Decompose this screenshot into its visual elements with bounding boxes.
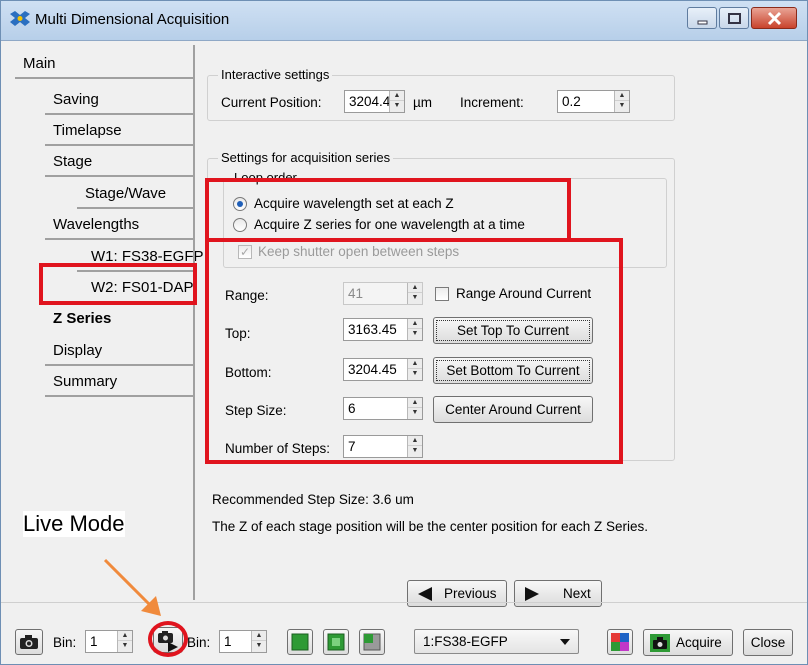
bin2-input[interactable]: 1 ▲ ▼ bbox=[219, 630, 267, 653]
green-corner-icon bbox=[363, 633, 381, 651]
settings-nav-tree: Main Saving Timelapse Stage Stage/Wave W… bbox=[15, 49, 204, 629]
nav-item-label: Timelapse bbox=[53, 122, 122, 139]
interactive-settings-label: Interactive settings bbox=[218, 67, 333, 82]
acquire-button[interactable]: Acquire bbox=[643, 629, 733, 656]
acquire-label: Acquire bbox=[676, 635, 722, 650]
green-square-icon bbox=[291, 633, 309, 651]
chevron-down-icon bbox=[560, 639, 570, 645]
snap-camera-button[interactable] bbox=[15, 629, 43, 655]
acquire-camera-icon bbox=[650, 634, 670, 652]
green-frame-icon bbox=[327, 633, 345, 651]
window-title: Multi Dimensional Acquisition bbox=[35, 11, 230, 28]
app-window: Multi Dimensional Acquisition Main Savin… bbox=[0, 0, 808, 665]
bin2-value: 1 bbox=[224, 634, 232, 649]
green-outline-button[interactable] bbox=[323, 629, 349, 655]
nav-item-label: Summary bbox=[53, 373, 118, 390]
recommended-step-size: Recommended Step Size: 3.6 um bbox=[212, 492, 414, 507]
color-grid-icon bbox=[611, 633, 629, 651]
close-icon bbox=[767, 11, 782, 26]
nav-item-z-series[interactable]: Z Series bbox=[45, 304, 193, 334]
increment-spinner[interactable]: ▲ ▼ bbox=[614, 91, 629, 112]
previous-arrow-icon bbox=[418, 587, 432, 601]
bin1-input[interactable]: 1 ▲ ▼ bbox=[85, 630, 133, 653]
green-corner-button[interactable] bbox=[359, 629, 385, 655]
wavelength-selected-value: 1:FS38-EGFP bbox=[423, 634, 508, 649]
increment-input[interactable]: 0.2 ▲ ▼ bbox=[557, 90, 630, 113]
close-button[interactable] bbox=[751, 7, 797, 29]
current-position-spinner[interactable]: ▲ ▼ bbox=[389, 91, 404, 112]
nav-item-summary[interactable]: Summary bbox=[45, 367, 193, 397]
nav-item-label: Z Series bbox=[53, 310, 112, 327]
close-dialog-button[interactable]: Close bbox=[743, 629, 793, 656]
app-logo-icon bbox=[10, 11, 30, 26]
bin1-spinner[interactable]: ▲ ▼ bbox=[117, 631, 132, 652]
nav-item-label: Stage/Wave bbox=[85, 185, 167, 202]
minimize-button[interactable] bbox=[687, 7, 717, 29]
current-position-input[interactable]: 3204.45 ▲ ▼ bbox=[344, 90, 405, 113]
minimize-icon bbox=[697, 20, 708, 25]
maximize-button[interactable] bbox=[719, 7, 749, 29]
acquisition-series-label: Settings for acquisition series bbox=[218, 150, 394, 165]
bin1-value: 1 bbox=[90, 634, 98, 649]
nav-item-label: Display bbox=[53, 342, 103, 359]
bin2-label: Bin: bbox=[187, 635, 211, 650]
nav-item-display[interactable]: Display bbox=[45, 336, 193, 366]
bin1-label: Bin: bbox=[53, 635, 77, 650]
title-bar: Multi Dimensional Acquisition bbox=[1, 1, 807, 41]
unit-label: µm bbox=[413, 95, 433, 110]
nav-item-label: Wavelengths bbox=[53, 216, 140, 233]
nav-item-label: Saving bbox=[53, 91, 99, 108]
next-arrow-icon bbox=[525, 587, 539, 601]
highlight-loop-order bbox=[205, 178, 571, 242]
maximize-icon bbox=[728, 13, 741, 24]
highlight-live-mode-button bbox=[148, 621, 188, 657]
increment-value: 0.2 bbox=[562, 94, 581, 109]
highlight-w2-nav bbox=[39, 263, 197, 305]
nav-item-label: Stage bbox=[53, 153, 93, 170]
content-divider bbox=[193, 45, 195, 600]
nav-item-saving[interactable]: Saving bbox=[45, 85, 193, 115]
nav-item-timelapse[interactable]: Timelapse bbox=[45, 116, 193, 146]
bin2-spinner[interactable]: ▲ ▼ bbox=[251, 631, 266, 652]
nav-item-main[interactable]: Main bbox=[15, 49, 193, 79]
nav-item-wavelengths[interactable]: Wavelengths bbox=[45, 210, 193, 240]
camera-icon bbox=[20, 635, 38, 649]
nav-item-stage-wave[interactable]: Stage/Wave bbox=[77, 179, 193, 209]
highlight-z-parameters bbox=[205, 238, 623, 464]
green-filled-button[interactable] bbox=[287, 629, 313, 655]
wavelength-select[interactable]: 1:FS38-EGFP bbox=[414, 629, 579, 654]
annotation-arrow-icon bbox=[103, 558, 161, 616]
nav-item-stage[interactable]: Stage bbox=[45, 147, 193, 177]
color-grid-button[interactable] bbox=[607, 629, 633, 655]
increment-label: Increment: bbox=[460, 95, 524, 110]
nav-item-label: Main bbox=[23, 55, 56, 72]
z-center-note: The Z of each stage position will be the… bbox=[212, 519, 648, 534]
current-position-label: Current Position: bbox=[221, 95, 322, 110]
live-mode-annotation: Live Mode bbox=[23, 511, 125, 537]
